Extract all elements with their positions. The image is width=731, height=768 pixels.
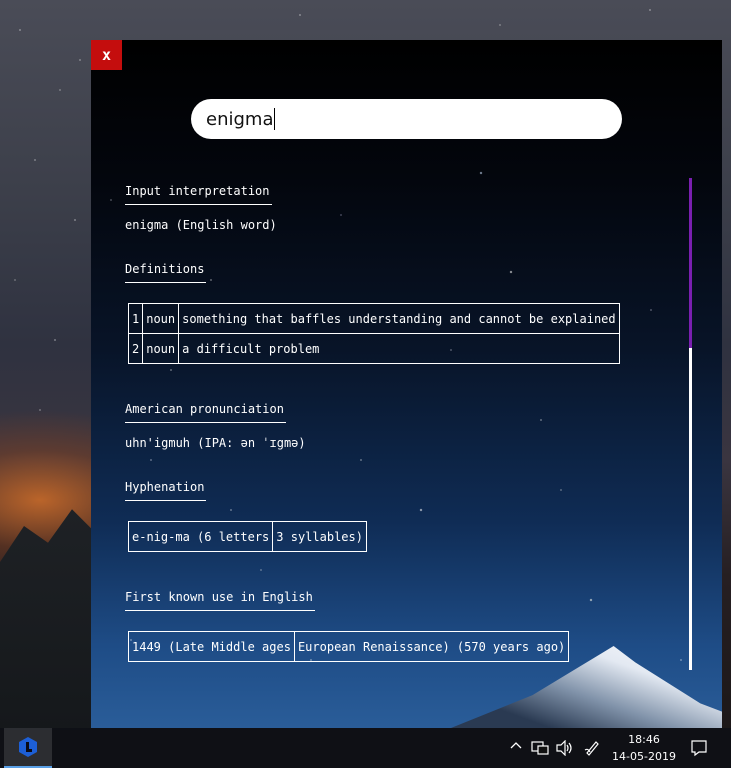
table-row: e-nig-ma (6 letters 3 syllables) [127,521,367,552]
system-clock[interactable]: 18:46 14-05-2019 [610,731,678,765]
app-logo-svg [19,737,37,757]
hyphenation-table: e-nig-ma (6 letters 3 syllables) [127,521,367,552]
section-input-interpretation: Input interpretation enigma (English wor… [125,184,685,232]
syllables-cell: 3 syllables) [272,521,367,552]
scrollbar[interactable] [689,178,692,670]
taskbar: 18:46 14-05-2019 [0,728,731,768]
clock-time: 18:46 [628,733,660,746]
section-heading: American pronunciation [125,402,286,423]
text-caret [274,108,276,130]
notification-icon[interactable] [690,739,708,757]
table-row: 2 noun a difficult problem [127,333,620,364]
chevron-up-icon[interactable] [510,740,522,752]
first-use-table: 1449 (Late Middle ages European Renaissa… [128,631,570,662]
section-first-use: First known use in English 1449 (Late Mi… [125,590,685,662]
section-heading: Hyphenation [125,480,207,501]
section-hyphenation: Hyphenation e-nig-ma (6 letters 3 syllab… [125,480,685,552]
volume-icon[interactable] [556,740,574,756]
section-heading: First known use in English [125,590,315,611]
clock-date: 14-05-2019 [612,750,676,763]
network-icon[interactable] [531,740,549,756]
first-use-year-cell: 1449 (Late Middle ages [128,631,295,662]
scrollbar-thumb[interactable] [689,178,692,348]
hyphenation-cell: e-nig-ma (6 letters [127,521,274,552]
pen-icon[interactable] [584,740,600,756]
app-window: x enigma Input interpretation enigma (En… [91,40,722,728]
section-heading: Definitions [125,262,207,283]
search-input[interactable]: enigma [206,109,273,130]
pronunciation-text: uhn'igmuh (IPA: ən ˈɪgmə) [125,436,306,450]
app-logo-icon[interactable] [4,728,52,768]
definition-text: something that baffles understanding and… [178,303,620,334]
definition-number: 1 [127,303,144,334]
definition-text: a difficult problem [178,333,620,364]
first-use-era-cell: European Renaissance) (570 years ago) [293,631,570,662]
close-button[interactable]: x [91,40,122,70]
section-heading: Input interpretation [125,184,272,205]
definitions-table: 1 noun something that baffles understand… [127,303,620,364]
search-box[interactable]: enigma [191,99,622,139]
section-pronunciation: American pronunciation uhn'igmuh (IPA: ə… [125,402,685,450]
results-panel: Input interpretation enigma (English wor… [125,180,685,662]
definition-number: 2 [127,333,144,364]
section-definitions: Definitions 1 noun something that baffle… [125,262,685,364]
interpretation-text: enigma (English word) [125,218,277,232]
definition-pos: noun [142,333,180,364]
definition-pos: noun [142,303,180,334]
table-row: 1449 (Late Middle ages European Renaissa… [128,631,570,662]
table-row: 1 noun something that baffles understand… [127,303,620,334]
